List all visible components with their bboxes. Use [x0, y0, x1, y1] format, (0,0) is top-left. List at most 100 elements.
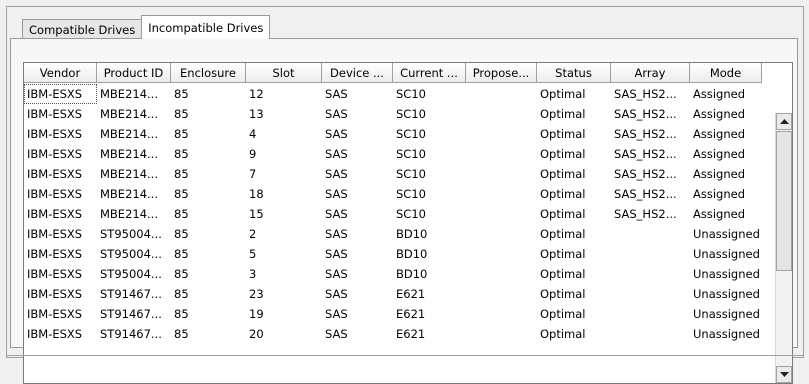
cell-mode: Assigned	[693, 167, 746, 181]
cell-status: Optimal	[540, 147, 586, 161]
table-row[interactable]: IBM-ESXS MBE214... 85 7 SAS SC10 Optimal SAS_HS…	[24, 164, 776, 184]
cell-product-id: MBE214...	[100, 147, 158, 161]
header-col-vendor[interactable]: Vendor	[24, 63, 97, 83]
cell-product-id: MBE214...	[100, 107, 158, 121]
cell-enclosure: 85	[174, 147, 189, 161]
cell-enclosure: 85	[174, 207, 189, 221]
cell-current: SC10	[396, 167, 426, 181]
cell-vendor: IBM-ESXS	[27, 307, 83, 321]
table-row[interactable]: IBM-ESXS MBE214... 85 18 SAS SC10 Optimal SAS_H…	[24, 184, 776, 204]
cell-product-id: MBE214...	[100, 187, 158, 201]
cell-array: SAS_HS2...	[614, 167, 677, 181]
table-row[interactable]: IBM-ESXS ST91467... 85 20 SAS E621 Optimal Unas…	[24, 324, 776, 344]
cell-array: SAS_HS2...	[614, 87, 677, 101]
tab-incompatible-drives[interactable]: Incompatible Drives	[141, 15, 271, 39]
cell-array: SAS_HS2...	[614, 207, 677, 221]
cell-current: SC10	[396, 127, 426, 141]
header-col-slot[interactable]: Slot	[246, 63, 322, 83]
cell-mode: Assigned	[693, 107, 746, 121]
cell-vendor: IBM-ESXS	[27, 167, 83, 181]
cell-slot: 18	[249, 187, 264, 201]
cell-current: E621	[396, 307, 426, 321]
cell-mode: Unassigned	[693, 227, 760, 241]
cell-array	[611, 304, 690, 324]
header-col-product-id[interactable]: Product ID	[97, 63, 171, 83]
cell-slot: 15	[249, 207, 264, 221]
header-col-device-type[interactable]: Device ...	[322, 63, 393, 83]
bottom-divider	[6, 355, 803, 356]
cell-vendor: IBM-ESXS	[27, 107, 83, 121]
cell-current: E621	[396, 287, 426, 301]
cell-enclosure: 85	[174, 287, 189, 301]
cell-status: Optimal	[540, 207, 586, 221]
table-header: Vendor Product ID Enclosure Slot Device ... C…	[24, 63, 762, 84]
cell-device-type: SAS	[325, 227, 348, 241]
cell-enclosure: 85	[174, 327, 189, 341]
cell-product-id: MBE214...	[100, 127, 158, 141]
cell-vendor: IBM-ESXS	[27, 127, 83, 141]
tab-compatible-drives[interactable]: Compatible Drives	[22, 19, 143, 39]
cell-device-type: SAS	[325, 187, 348, 201]
table-row[interactable]: IBM-ESXS MBE214... 85 15 SAS SC10 Optimal SAS_H…	[24, 204, 776, 224]
cell-status: Optimal	[540, 227, 586, 241]
scroll-up-arrow-icon[interactable]	[776, 113, 792, 130]
cell-slot: 23	[249, 287, 264, 301]
table-row[interactable]: IBM-ESXS MBE214... 85 4 SAS SC10 Optimal SAS_HS…	[24, 124, 776, 144]
table-row[interactable]: IBM-ESXS ST91467... 85 23 SAS E621 Optimal Unas…	[24, 284, 776, 304]
cell-product-id: MBE214...	[100, 87, 158, 101]
cell-enclosure: 85	[174, 127, 189, 141]
header-col-enclosure[interactable]: Enclosure	[171, 63, 246, 83]
cell-status: Optimal	[540, 267, 586, 281]
cell-device-type: SAS	[325, 147, 348, 161]
cell-device-type: SAS	[325, 207, 348, 221]
cell-current: BD10	[396, 267, 428, 281]
cell-device-type: SAS	[325, 327, 348, 341]
cell-proposed	[466, 304, 537, 324]
table-row[interactable]: IBM-ESXS ST91467... 85 19 SAS E621 Optimal Unas…	[24, 304, 776, 324]
cell-proposed	[466, 204, 537, 224]
table-row[interactable]: IBM-ESXS ST95004... 85 3 SAS BD10 Optimal Unass…	[24, 264, 776, 284]
cell-slot: 12	[249, 87, 264, 101]
cell-vendor: IBM-ESXS	[27, 267, 83, 281]
cell-product-id: ST95004...	[100, 247, 162, 261]
cell-slot: 5	[249, 247, 257, 261]
vertical-scrollbar[interactable]	[775, 113, 792, 383]
cell-product-id: ST95004...	[100, 227, 162, 241]
cell-status: Optimal	[540, 287, 586, 301]
cell-slot: 3	[249, 267, 257, 281]
table-row[interactable]: IBM-ESXS ST95004... 85 5 SAS BD10 Optimal Unass…	[24, 244, 776, 264]
cell-proposed	[466, 184, 537, 204]
header-col-proposed[interactable]: Propose...	[466, 63, 537, 83]
cell-current: SC10	[396, 107, 426, 121]
cell-array	[611, 264, 690, 284]
cell-status: Optimal	[540, 127, 586, 141]
cell-vendor: IBM-ESXS	[27, 187, 83, 201]
header-col-current[interactable]: Current ...	[393, 63, 466, 83]
cell-array: SAS_HS2...	[614, 187, 677, 201]
cell-status: Optimal	[540, 307, 586, 321]
table-row[interactable]: IBM-ESXS ST95004... 85 2 SAS BD10 Optimal Unass…	[24, 224, 776, 244]
cell-array: SAS_HS2...	[614, 127, 677, 141]
header-col-status[interactable]: Status	[537, 63, 611, 83]
header-col-mode[interactable]: Mode	[690, 63, 762, 83]
cell-product-id: ST95004...	[100, 267, 162, 281]
header-col-array[interactable]: Array	[611, 63, 690, 83]
cell-device-type: SAS	[325, 167, 348, 181]
cell-enclosure: 85	[174, 307, 189, 321]
cell-current: SC10	[396, 147, 426, 161]
cell-status: Optimal	[540, 247, 586, 261]
table-row[interactable]: IBM-ESXS MBE214... 85 12 SAS SC10 Optimal SAS_H…	[24, 84, 776, 104]
cell-slot: 2	[249, 227, 257, 241]
cell-device-type: SAS	[325, 127, 348, 141]
table-row[interactable]: IBM-ESXS MBE214... 85 9 SAS SC10 Optimal SAS_HS…	[24, 144, 776, 164]
cell-mode: Assigned	[693, 207, 746, 221]
cell-device-type: SAS	[325, 307, 348, 321]
cell-array: SAS_HS2...	[614, 107, 677, 121]
cell-slot: 7	[249, 167, 257, 181]
scrollbar-thumb[interactable]	[776, 131, 792, 271]
table-row[interactable]: IBM-ESXS MBE214... 85 13 SAS SC10 Optimal SAS_H…	[24, 104, 776, 124]
cell-device-type: SAS	[325, 287, 348, 301]
scroll-down-arrow-icon[interactable]	[776, 366, 792, 383]
cell-vendor: IBM-ESXS	[27, 287, 83, 301]
drives-table: Vendor Product ID Enclosure Slot Device ... C…	[23, 62, 793, 384]
